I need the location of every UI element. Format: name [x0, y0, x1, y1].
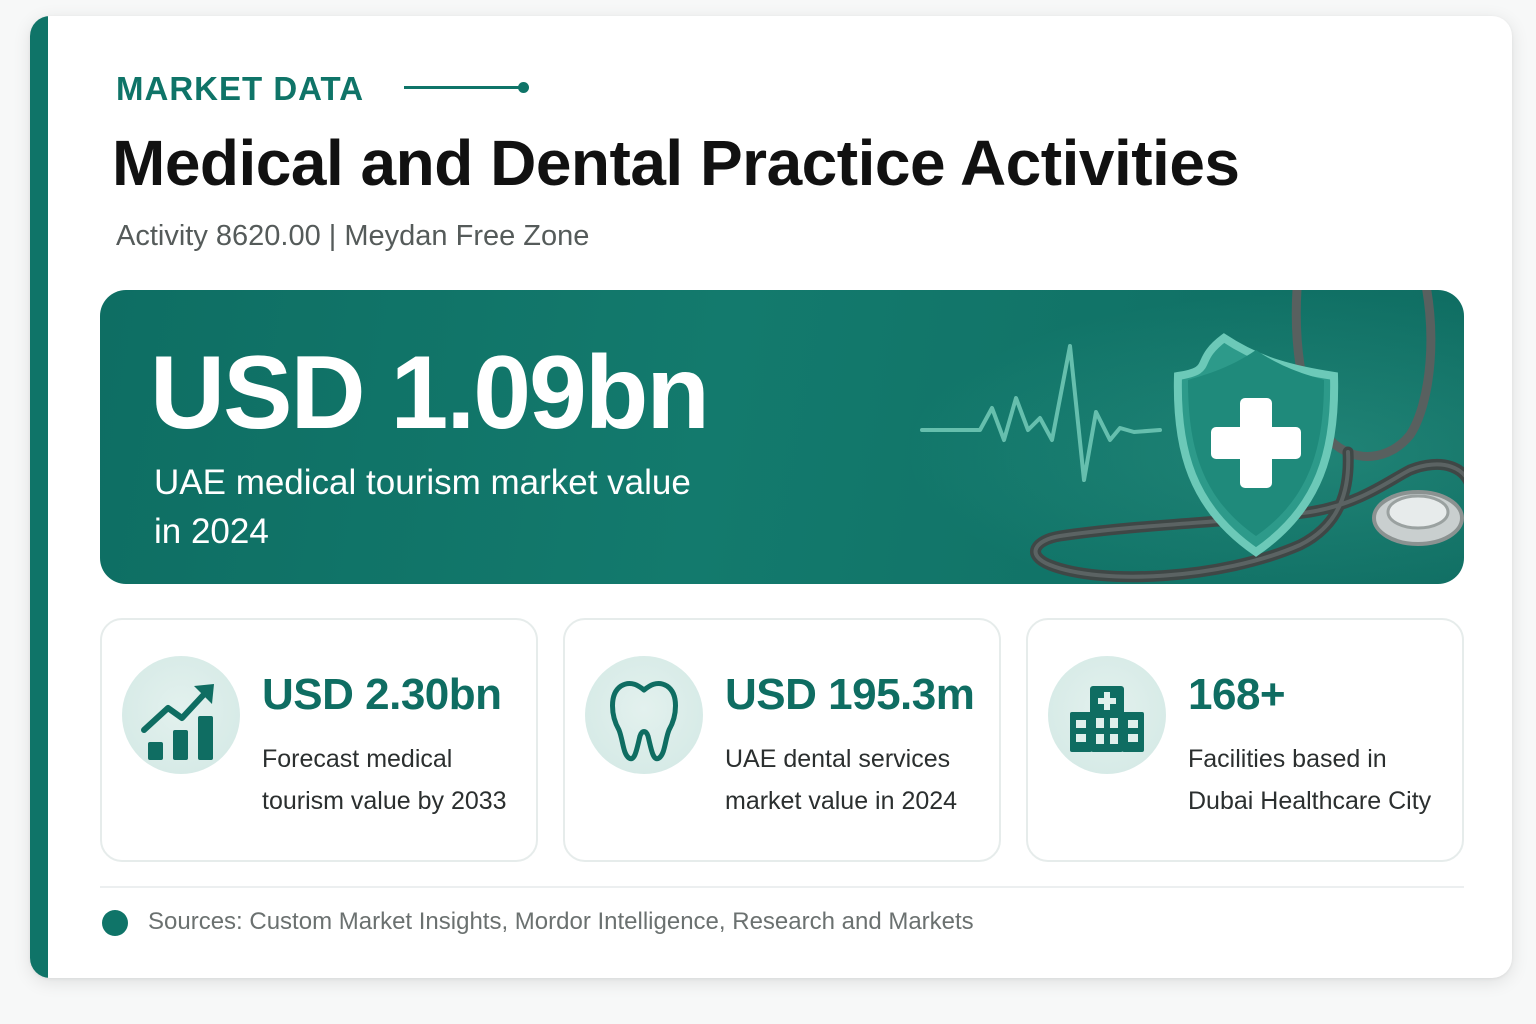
sources-note: Sources: Custom Market Insights, Mordor … [148, 908, 974, 935]
accent-bar [30, 16, 48, 978]
footer-divider [100, 886, 1464, 888]
heartbeat-line [920, 344, 1162, 482]
hero-illustration [920, 290, 1464, 583]
hero-banner: USD 1.09bn UAE medical tourism market va… [100, 290, 1464, 584]
stat-description: UAE dental services market value in 2024 [725, 745, 958, 815]
page: MARKET DATA Medical and Dental Practice … [0, 0, 1536, 1024]
stat-value: USD 195.3m [725, 670, 975, 719]
growth-chart-icon [122, 656, 240, 774]
section-eyebrow: MARKET DATA [116, 70, 365, 107]
stat-value: USD 2.30bn [262, 670, 502, 719]
stat-card-facilities: 168+ Facilities based in Dubai Healthcar… [1026, 618, 1464, 862]
stat-description: Facilities based in Dubai Healthcare Cit… [1188, 745, 1432, 815]
sources-bullet [102, 910, 128, 936]
stat-value: 168+ [1188, 670, 1286, 719]
stat-description: Forecast medical tourism value by 2033 [262, 745, 507, 815]
stat-card-dental: USD 195.3m UAE dental services market va… [563, 618, 1001, 862]
eyebrow-line [404, 86, 524, 89]
infographic-card: MARKET DATA Medical and Dental Practice … [30, 16, 1512, 978]
tooth-icon [585, 656, 703, 774]
page-subtitle: Activity 8620.00 | Meydan Free Zone [116, 220, 590, 252]
stat-card-forecast: USD 2.30bn Forecast medical tourism valu… [100, 618, 538, 862]
hospital-icon [1048, 656, 1166, 774]
eyebrow-dot [518, 82, 529, 93]
page-title: Medical and Dental Practice Activities [112, 127, 1240, 199]
